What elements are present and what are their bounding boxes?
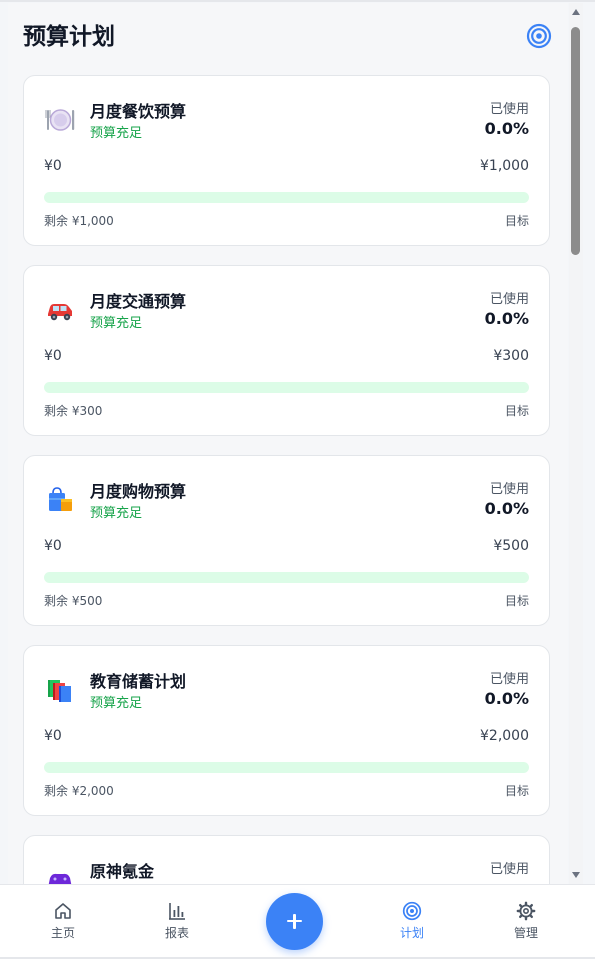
- books-icon: [44, 674, 76, 706]
- tab-plans[interactable]: 计划: [382, 901, 442, 941]
- budget-status: 预算充足: [90, 126, 143, 141]
- budget-name: 原神氪金: [90, 862, 155, 881]
- tab-label: 管理: [513, 926, 538, 940]
- budget-card[interactable]: 月度购物预算 预算充足 已使用 0.0% ¥0 ¥500 剩余 ¥500 目标: [23, 455, 550, 626]
- used-percentage: 0.0%: [484, 119, 529, 138]
- bottom-tab-bar: 主页 报表 计划 管理: [0, 884, 595, 958]
- tab-label: 主页: [50, 926, 75, 940]
- target-icon: [402, 901, 422, 921]
- budget-total: ¥300: [493, 348, 529, 364]
- bar-chart-icon: [169, 903, 185, 920]
- progress-bar: [44, 572, 529, 583]
- remaining-amount: 剩余 ¥2,000: [44, 784, 114, 798]
- spent-amount: ¥0: [44, 728, 62, 744]
- budget-name: 教育储蓄计划: [90, 672, 187, 691]
- remaining-amount: 剩余 ¥500: [44, 594, 103, 608]
- used-label: 已使用: [489, 672, 529, 687]
- budget-card[interactable]: 月度交通预算 预算充足 已使用 0.0% ¥0 ¥300 剩余 ¥300 目标: [23, 265, 550, 436]
- tab-label: 计划: [399, 926, 424, 940]
- add-button[interactable]: [266, 893, 323, 950]
- plate-icon: [44, 104, 76, 136]
- shopping-bag-icon: [44, 484, 76, 516]
- progress-bar: [44, 382, 529, 393]
- goal-label: 目标: [504, 594, 529, 608]
- target-icon[interactable]: [526, 23, 552, 49]
- goal-label: 目标: [504, 404, 529, 418]
- spent-amount: ¥0: [44, 348, 62, 364]
- goal-label: 目标: [504, 784, 529, 798]
- used-percentage: 0.0%: [484, 499, 529, 518]
- used-label: 已使用: [489, 292, 529, 307]
- tab-reports[interactable]: 报表: [147, 901, 207, 941]
- spent-amount: ¥0: [44, 158, 62, 174]
- budget-total: ¥500: [493, 538, 529, 554]
- budget-card[interactable]: 月度餐饮预算 预算充足 已使用 0.0% ¥0 ¥1,000 剩余 ¥1,000…: [23, 75, 550, 246]
- vertical-scrollbar[interactable]: [569, 3, 583, 884]
- used-percentage: 0.0%: [484, 309, 529, 328]
- progress-bar: [44, 192, 529, 203]
- main-scroll-area[interactable]: 预算计划 月度餐饮预算 预算充足 已使用 0.0% ¥0 ¥1,000 剩余 ¥…: [8, 3, 568, 884]
- home-icon: [55, 903, 71, 919]
- scroll-up-arrow-icon[interactable]: [572, 9, 580, 15]
- budget-total: ¥1,000: [480, 158, 529, 174]
- budget-name: 月度交通预算: [90, 292, 187, 311]
- goal-label: 目标: [504, 214, 529, 228]
- remaining-amount: 剩余 ¥1,000: [44, 214, 114, 228]
- tab-label: 报表: [164, 926, 189, 940]
- used-label: 已使用: [489, 482, 529, 497]
- budget-status: 预算充足: [90, 506, 143, 521]
- car-icon: [44, 294, 76, 326]
- spent-amount: ¥0: [44, 538, 62, 554]
- progress-bar: [44, 762, 529, 773]
- used-percentage: 0.0%: [484, 689, 529, 708]
- scroll-down-arrow-icon[interactable]: [572, 872, 580, 878]
- tab-manage[interactable]: 管理: [496, 901, 556, 941]
- page-title: 预算计划: [23, 24, 115, 50]
- gear-icon: [516, 901, 536, 921]
- used-label: 已使用: [489, 862, 529, 877]
- page-header: 预算计划: [23, 21, 552, 57]
- used-label: 已使用: [489, 102, 529, 117]
- tab-home[interactable]: 主页: [33, 901, 93, 941]
- top-border: [0, 0, 595, 2]
- budget-card[interactable]: 教育储蓄计划 预算充足 已使用 0.0% ¥0 ¥2,000 剩余 ¥2,000…: [23, 645, 550, 816]
- budget-status: 预算充足: [90, 696, 143, 711]
- gamepad-icon: [44, 864, 76, 884]
- budget-status: 预算充足: [90, 316, 143, 331]
- budget-card[interactable]: 原神氪金 已使用: [23, 835, 550, 884]
- scroll-thumb[interactable]: [571, 27, 580, 255]
- budget-name: 月度餐饮预算: [90, 102, 187, 121]
- budget-total: ¥2,000: [480, 728, 529, 744]
- budget-name: 月度购物预算: [90, 482, 187, 501]
- remaining-amount: 剩余 ¥300: [44, 404, 103, 418]
